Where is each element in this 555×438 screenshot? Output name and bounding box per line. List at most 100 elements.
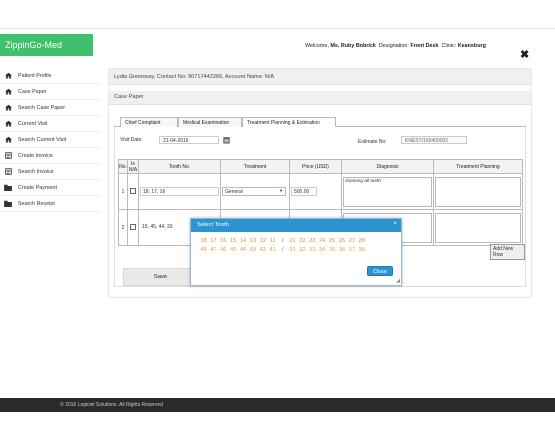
close-icon[interactable]: ×	[393, 221, 397, 227]
close-button[interactable]: Close	[367, 266, 393, 276]
designation-value: Front Desk	[410, 43, 439, 49]
document-icon	[4, 168, 12, 175]
diagnosis-field[interactable]: cleaning all teeth	[343, 176, 432, 207]
section-title: Case Paper	[109, 91, 531, 105]
save-button[interactable]: Save	[123, 268, 198, 286]
tab-medical-examination[interactable]: Medical Examination	[178, 117, 242, 127]
tooth-18[interactable]: 18	[199, 238, 208, 244]
tooth-37[interactable]: 37	[347, 247, 356, 253]
column-header: Treatment	[220, 159, 290, 174]
tooth-13[interactable]: 13	[248, 238, 257, 244]
select-tooth-dialog: Select Tooth × 18 17 16 15 14 13 12 11 / 21 22 23 24…	[190, 218, 402, 286]
treatment-planning-field[interactable]	[435, 212, 521, 243]
treatment-select[interactable]: General ▼	[222, 187, 286, 196]
visit-date-field[interactable]: 21-04-2016	[159, 136, 219, 144]
sidebar-item-case-paper[interactable]: Case Paper	[0, 84, 100, 100]
clinic-value: Keansburg	[457, 43, 486, 49]
copyright-text: © 2016 Logiciel Solutions. All Rights Re…	[60, 402, 163, 408]
add-new-row-button[interactable]: Add New Row	[490, 244, 525, 260]
footer: © 2016 Logiciel Solutions. All Rights Re…	[0, 398, 555, 412]
tooth-26[interactable]: 26	[337, 238, 346, 244]
tooth-14[interactable]: 14	[239, 238, 248, 244]
home-icon	[4, 120, 12, 127]
tooth-22[interactable]: 22	[298, 238, 307, 244]
sidebar-item-label: Search Invoice	[18, 168, 54, 175]
clinic-label: Clinic:	[441, 43, 457, 49]
column-header: Is N/A	[127, 159, 139, 174]
tooth-32[interactable]: 32	[298, 247, 307, 253]
column-header: Diagnosis	[341, 159, 434, 174]
app-logo[interactable]: ZippinGo-Med	[0, 34, 93, 56]
tooth-23[interactable]: 23	[308, 238, 317, 244]
sidebar-item-search-case-paper[interactable]: Search Case Paper	[0, 100, 100, 116]
tooth-24[interactable]: 24	[318, 238, 327, 244]
tooth-45[interactable]: 45	[229, 247, 238, 253]
tooth-31[interactable]: 31	[288, 247, 297, 253]
tooth-16[interactable]: 16	[219, 238, 228, 244]
sidebar: Patient Profile Case Paper Search Case P…	[0, 68, 100, 398]
tooth-35[interactable]: 35	[328, 247, 337, 253]
sidebar-item-label: Current Visit	[18, 120, 48, 127]
tab-bar: Chief Complaint Medical Examination Trea…	[114, 117, 526, 128]
user-info: Welcome, Ms. Ruby Bobrick Designation: F…	[305, 43, 486, 49]
tooth-47[interactable]: 47	[209, 247, 218, 253]
upper-teeth-row: 18 17 16 15 14 13 12 11 / 21 22 23 24 25 26 27 28	[199, 238, 367, 244]
home-icon	[4, 72, 12, 79]
price-field[interactable]: 500.00	[291, 187, 317, 196]
sidebar-item-search-current-visit[interactable]: Search Current Visit	[0, 132, 100, 148]
tooth-11[interactable]: 11	[268, 238, 277, 244]
dialog-title: Select Tooth	[197, 222, 229, 228]
table-row: 1 18, 17, 16 General ▼ 500.00 cleaning al…	[118, 173, 523, 210]
close-icon[interactable]: ✖	[520, 48, 529, 61]
tooth-41[interactable]: 41	[268, 247, 277, 253]
user-name: Ms. Ruby Bobrick	[330, 43, 376, 49]
na-checkbox[interactable]	[130, 223, 136, 230]
sidebar-item-search-invoice[interactable]: Search Invoice	[0, 164, 100, 180]
tooth-46[interactable]: 46	[219, 247, 228, 253]
welcome-prefix: Welcome,	[305, 43, 329, 49]
designation-label: Designation:	[378, 43, 409, 49]
resize-grip-icon[interactable]: ◢	[396, 278, 400, 284]
row-number: 1	[118, 173, 128, 210]
chevron-down-icon: ▼	[279, 188, 283, 193]
tooth-38[interactable]: 38	[357, 247, 366, 253]
tooth-21[interactable]: 21	[288, 238, 297, 244]
tooth-43[interactable]: 43	[248, 247, 257, 253]
home-icon	[4, 104, 12, 111]
tooth-27[interactable]: 27	[347, 238, 356, 244]
lower-teeth-row: 48 47 46 45 44 43 42 41 / 31 32 33 34 35 36 37 38	[199, 247, 367, 253]
tooth-36[interactable]: 36	[337, 247, 346, 253]
sidebar-item-create-payment[interactable]: Create Payment	[0, 180, 100, 196]
patient-info: Lydia Greenway, Contact No: 90717442266,…	[109, 69, 531, 85]
tooth-34[interactable]: 34	[318, 247, 327, 253]
tooth-17[interactable]: 17	[209, 238, 218, 244]
tooth-33[interactable]: 33	[308, 247, 317, 253]
treatment-value: General	[225, 189, 243, 195]
sidebar-item-label: Search Receipt	[18, 200, 55, 207]
calendar-icon[interactable]	[223, 136, 230, 146]
tooth-no-field[interactable]: 18, 17, 16	[140, 187, 219, 196]
sidebar-item-label: Create Invoice	[18, 152, 53, 159]
sidebar-item-label: Search Current Visit	[18, 136, 67, 143]
treatment-planning-field[interactable]	[435, 176, 521, 207]
tooth-15[interactable]: 15	[229, 238, 238, 244]
tooth-12[interactable]: 12	[258, 238, 267, 244]
sidebar-item-create-invoice[interactable]: Create Invoice	[0, 148, 100, 164]
dialog-header: Select Tooth ×	[191, 219, 401, 232]
home-icon	[4, 88, 12, 95]
tooth-25[interactable]: 25	[328, 238, 337, 244]
tooth-42[interactable]: 42	[258, 247, 267, 253]
sidebar-item-current-visit[interactable]: Current Visit	[0, 116, 100, 132]
tab-chief-complaint[interactable]: Chief Complaint	[120, 117, 178, 127]
tooth-48[interactable]: 48	[199, 247, 208, 253]
tooth-28[interactable]: 28	[357, 238, 366, 244]
column-header: Treatment Planning	[433, 159, 523, 174]
column-header: Tooth No.	[138, 159, 221, 174]
sidebar-item-patient-profile[interactable]: Patient Profile	[0, 68, 100, 84]
table-header-row: No. Is N/A Tooth No. Treatment Price (US…	[118, 159, 523, 174]
visit-date-label: Visit Date:	[120, 137, 143, 143]
sidebar-item-label: Case Paper	[18, 88, 47, 95]
na-checkbox[interactable]	[130, 187, 136, 194]
sidebar-item-search-receipt[interactable]: Search Receipt	[0, 196, 100, 212]
tooth-44[interactable]: 44	[239, 247, 248, 253]
